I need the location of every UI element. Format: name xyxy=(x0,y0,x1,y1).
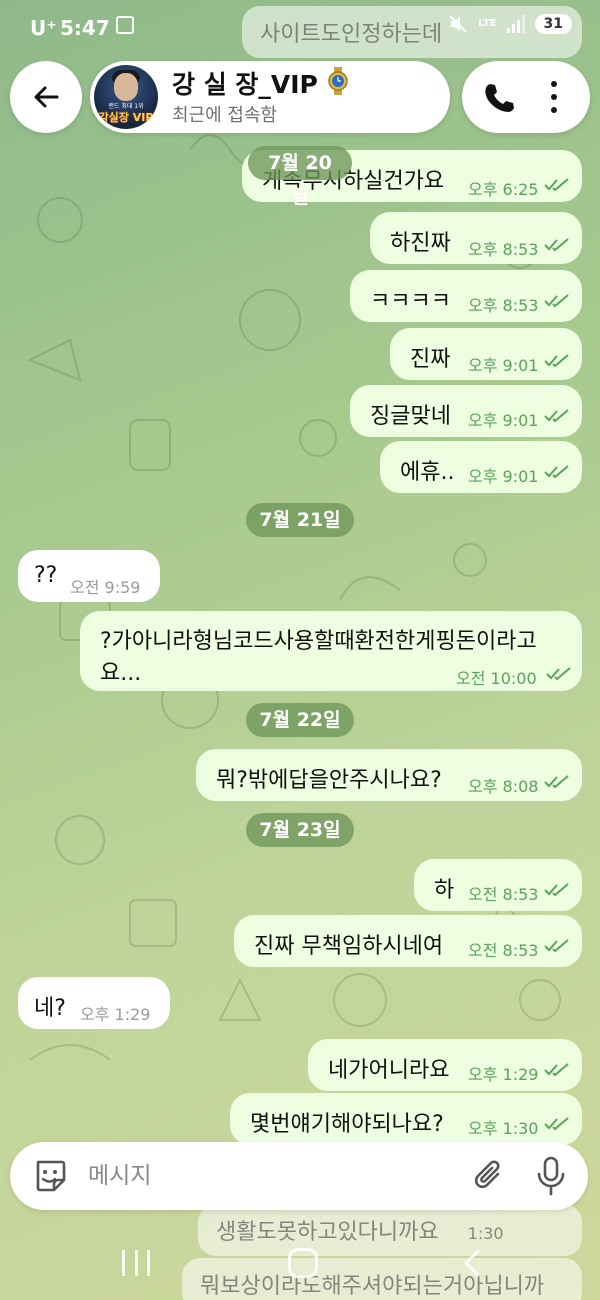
double-check-icon xyxy=(546,667,571,681)
contact-name: 강 실 장_VIP xyxy=(172,70,318,99)
message-outgoing[interactable]: ?가아니라형님코드사용할때환전한게핑돈이라고 요... 오전 10:00 xyxy=(80,611,582,691)
message-outgoing[interactable]: 진짜 오후 9:01 xyxy=(390,328,582,380)
date-separator: 7월 21일 xyxy=(246,503,354,537)
sticker-icon[interactable] xyxy=(32,1158,68,1194)
message-text: 뭐?밖에답을안주시나요? xyxy=(216,768,442,793)
screen-capture-icon xyxy=(116,16,134,34)
date-separator: 7월 20일 xyxy=(248,146,352,208)
gold-watch-icon xyxy=(328,67,348,95)
message-text: 징글맞네 xyxy=(370,404,451,429)
double-check-icon xyxy=(544,178,569,192)
message-text: 에휴.. xyxy=(400,460,455,485)
message-text: 몇번얘기해야되나요? xyxy=(250,1112,444,1137)
message-text: 네가어니라요 xyxy=(328,1058,450,1083)
message-composer xyxy=(10,1142,588,1210)
message-outgoing[interactable]: ㅋㅋㅋㅋ 오후 8:53 xyxy=(350,270,582,322)
back-button[interactable] xyxy=(10,61,82,133)
message-time: 오후 8:53 xyxy=(468,296,539,315)
chat-header[interactable]: 랜드 최대 1위 강실장 VIP 강 실 장_VIP 최근에 접속함 xyxy=(90,61,450,133)
message-time: 오전 8:53 xyxy=(468,941,539,960)
avatar-label: 강실장 VIP xyxy=(98,111,154,124)
message-text: ㅋㅋㅋㅋ xyxy=(370,289,451,314)
message-time: 오후 9:01 xyxy=(468,356,539,375)
contact-status: 최근에 접속함 xyxy=(172,105,278,126)
double-check-icon xyxy=(544,1117,569,1131)
clock: 5:47 xyxy=(60,16,110,40)
carrier-label: U⁺ xyxy=(30,16,57,40)
message-time: 오후 1:30 xyxy=(468,1119,539,1138)
message-time: 오후 1:29 xyxy=(80,1005,151,1024)
avatar[interactable]: 랜드 최대 1위 강실장 VIP xyxy=(94,65,158,129)
message-text: ?? xyxy=(34,563,58,588)
header-actions xyxy=(462,61,590,133)
message-time: 오후 1:29 xyxy=(468,1065,539,1084)
double-check-icon xyxy=(544,465,569,479)
double-check-icon xyxy=(544,238,569,252)
message-text: 하진짜 xyxy=(390,231,451,256)
message-outgoing[interactable]: 에휴.. 오후 9:01 xyxy=(380,441,582,493)
message-outgoing[interactable]: 네가어니라요 오후 1:29 xyxy=(308,1039,582,1091)
message-outgoing[interactable]: 뭐?밖에답을안주시나요? 오후 8:08 xyxy=(196,749,582,801)
home-button[interactable] xyxy=(288,1248,318,1278)
message-time: 오후 9:01 xyxy=(468,411,539,430)
message-time: 오전 10:00 xyxy=(456,669,537,688)
message-incoming[interactable]: 네? 오후 1:29 xyxy=(18,977,170,1029)
message-outgoing[interactable]: 징글맞네 오후 9:01 xyxy=(350,385,582,437)
message-time: 오전 9:59 xyxy=(70,578,141,597)
message-input[interactable] xyxy=(88,1158,448,1194)
arrow-left-icon xyxy=(34,86,59,108)
message-text: 하 xyxy=(434,878,455,903)
message-time: 오후 6:25 xyxy=(468,180,539,199)
message-text: 네? xyxy=(34,996,66,1021)
double-check-icon xyxy=(544,775,569,789)
message-outgoing[interactable]: 하진짜 오후 8:53 xyxy=(370,212,582,264)
message-text: 진짜 xyxy=(410,347,451,372)
phone-icon[interactable] xyxy=(482,81,514,113)
message-text: 요... xyxy=(100,661,142,686)
message-incoming[interactable]: ?? 오전 9:59 xyxy=(18,550,160,602)
system-back-button[interactable] xyxy=(458,1248,488,1278)
message-text: 진짜 무책임하시네여 xyxy=(254,934,444,959)
paperclip-icon[interactable] xyxy=(470,1158,506,1194)
faded-message: 사이트도인정하는데 xyxy=(242,6,582,58)
double-check-icon xyxy=(544,294,569,308)
message-outgoing[interactable]: 몇번얘기해야되나요? 오후 1:30 xyxy=(230,1093,582,1145)
message-time: 오전 8:53 xyxy=(468,885,539,904)
double-check-icon xyxy=(544,409,569,423)
more-vertical-icon[interactable] xyxy=(542,79,566,115)
microphone-icon[interactable] xyxy=(536,1156,566,1196)
message-outgoing[interactable]: 하 오전 8:53 xyxy=(414,859,582,911)
double-check-icon xyxy=(544,883,569,897)
double-check-icon xyxy=(544,354,569,368)
message-time: 오후 8:53 xyxy=(468,240,539,259)
date-separator: 7월 22일 xyxy=(246,703,354,737)
double-check-icon xyxy=(544,939,569,953)
message-outgoing[interactable]: 진짜 무책임하시네여 오전 8:53 xyxy=(234,915,582,967)
message-time: 오후 9:01 xyxy=(468,467,539,486)
message-time: 오후 8:08 xyxy=(468,777,539,796)
system-navigation-bar xyxy=(0,1232,600,1300)
double-check-icon xyxy=(544,1063,569,1077)
recent-apps-button[interactable] xyxy=(122,1250,150,1276)
message-text: ?가아니라형님코드사용할때환전한게핑돈이라고 xyxy=(100,629,537,654)
date-separator: 7월 23일 xyxy=(246,813,354,847)
